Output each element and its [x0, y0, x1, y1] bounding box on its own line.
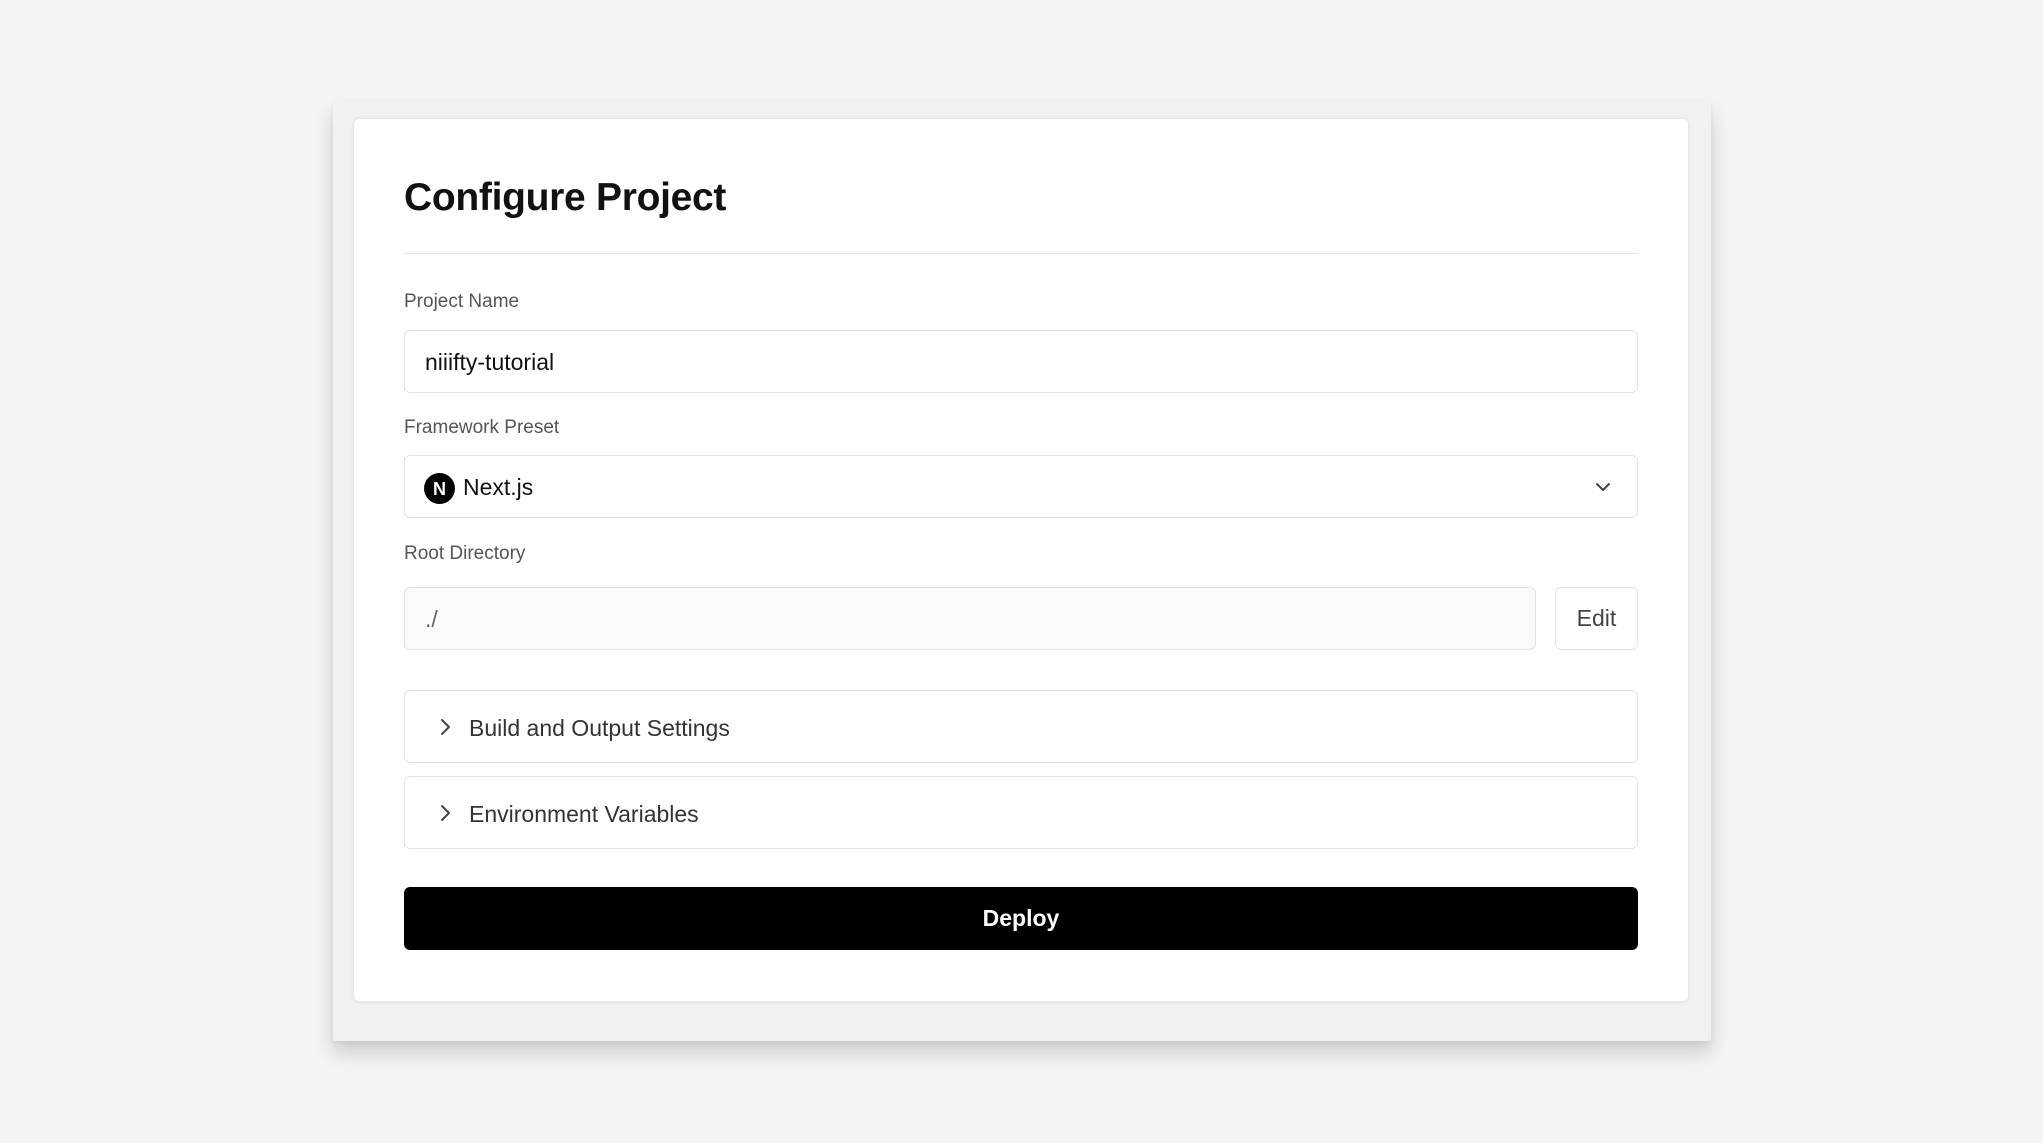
environment-variables-toggle[interactable]: Environment Variables — [404, 776, 1638, 849]
project-name-value: niiifty-tutorial — [425, 349, 555, 375]
project-name-input[interactable]: niiifty-tutorial — [404, 330, 1638, 393]
root-directory-value: ./ — [425, 606, 438, 632]
build-output-settings-label: Build and Output Settings — [469, 715, 730, 741]
page-title: Configure Project — [404, 176, 727, 219]
root-directory-label: Root Directory — [404, 543, 526, 564]
deploy-button[interactable]: Deploy — [404, 887, 1638, 950]
framework-preset-select[interactable]: N Next.js — [404, 455, 1638, 518]
chevron-right-icon — [441, 719, 450, 735]
chevron-down-icon — [1596, 483, 1610, 491]
edit-root-directory-button[interactable]: Edit — [1555, 587, 1638, 650]
nextjs-logo-icon: N — [424, 473, 455, 504]
framework-preset-value: Next.js — [463, 474, 534, 500]
title-divider — [404, 253, 1638, 254]
root-directory-input: ./ — [404, 587, 1536, 650]
environment-variables-label: Environment Variables — [469, 801, 699, 827]
build-output-settings-toggle[interactable]: Build and Output Settings — [404, 690, 1638, 763]
configure-project-card — [353, 118, 1689, 1002]
project-name-label: Project Name — [404, 291, 520, 312]
framework-preset-label: Framework Preset — [404, 417, 560, 438]
chevron-right-icon — [441, 805, 450, 821]
